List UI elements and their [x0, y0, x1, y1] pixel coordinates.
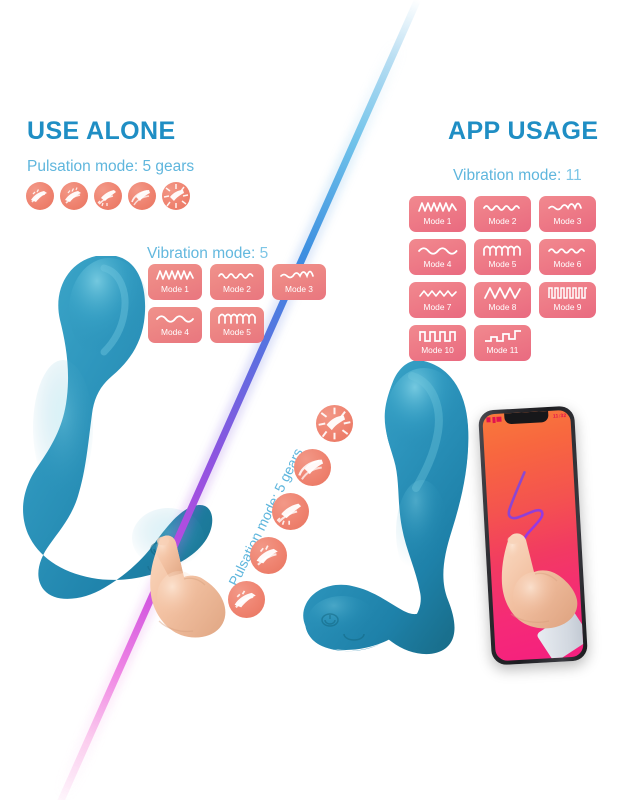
- mode-tile-4[interactable]: Mode 4: [148, 307, 202, 343]
- left-vibration-label-text: Vibration mode:: [147, 245, 256, 262]
- mode-tile-label: Mode 1: [161, 284, 189, 294]
- phone-notch: [504, 410, 549, 425]
- mode-tile-label: Mode 5: [488, 259, 517, 269]
- left-vibration-count: 5: [259, 245, 269, 262]
- status-time: 11:32: [552, 412, 567, 420]
- mode-tile-5[interactable]: Mode 5: [474, 239, 531, 275]
- left-vibration-label: Vibration mode: 5: [147, 245, 268, 263]
- mode-tile-label: Mode 8: [488, 302, 517, 312]
- left-pulsation-label: Pulsation mode: 5 gears: [27, 158, 195, 175]
- mode-tile-10[interactable]: Mode 10: [409, 325, 466, 361]
- page-title-use-alone: USE ALONE: [27, 117, 176, 145]
- tap-hand-icon-1: [26, 182, 54, 210]
- mode-tile-6[interactable]: Mode 6: [539, 239, 596, 275]
- mode-tile-label: Mode 4: [423, 259, 452, 269]
- right-vibration-label: Vibration mode: 11: [453, 167, 582, 185]
- tap-hand-icon-1: [316, 405, 353, 442]
- mode-tile-label: Mode 1: [423, 216, 452, 226]
- center-pulsation-block: Pulsation mode: 5 gears: [218, 405, 368, 635]
- tap-hand-icon-5: [228, 581, 265, 618]
- mode-tile-8[interactable]: Mode 8: [474, 282, 531, 318]
- mode-tile-label: Mode 5: [223, 327, 251, 337]
- mode-tile-1[interactable]: Mode 1: [409, 196, 466, 232]
- tap-hand-icon-2: [294, 449, 331, 486]
- mode-tile-label: Mode 3: [553, 216, 582, 226]
- mode-tile-label: Mode 7: [423, 302, 452, 312]
- mode-tile-3[interactable]: Mode 3: [539, 196, 596, 232]
- right-vibration-mode-grid: Mode 1 Mode 2 Mode 3 Mode 4 Mode 5 Mode …: [409, 196, 596, 361]
- mode-tile-11[interactable]: Mode 11: [474, 325, 531, 361]
- mode-tile-label: Mode 3: [285, 284, 313, 294]
- mode-tile-1[interactable]: Mode 1: [148, 264, 202, 300]
- mode-tile-9[interactable]: Mode 9: [539, 282, 596, 318]
- mode-tile-label: Mode 4: [161, 327, 189, 337]
- pointing-hand-right: [497, 528, 589, 645]
- mode-tile-label: Mode 10: [421, 345, 454, 355]
- tap-hand-icon-2: [60, 182, 88, 210]
- page-title-app-usage: APP USAGE: [448, 117, 599, 145]
- tap-hand-icon-3: [272, 493, 309, 530]
- tap-hand-icon-4: [128, 182, 156, 210]
- tap-hand-icon-3: [94, 182, 122, 210]
- left-vibration-mode-grid: Mode 1 Mode 2 Mode 3 Mode 4 Mode 5: [148, 264, 326, 343]
- mode-tile-5[interactable]: Mode 5: [210, 307, 264, 343]
- mode-tile-label: Mode 2: [223, 284, 251, 294]
- mode-tile-label: Mode 6: [553, 259, 582, 269]
- center-pulsation-icon-row: [218, 405, 368, 635]
- mode-tile-label: Mode 2: [488, 216, 517, 226]
- mode-tile-4[interactable]: Mode 4: [409, 239, 466, 275]
- mode-tile-3[interactable]: Mode 3: [272, 264, 326, 300]
- right-vibration-label-text: Vibration mode:: [453, 167, 562, 184]
- mode-tile-label: Mode 11: [486, 345, 519, 355]
- infographic-canvas: USE ALONE Pulsation mode: 5 gears Vibrat…: [0, 0, 620, 800]
- signal-icons: [486, 416, 502, 423]
- left-pulsation-icon-row: [26, 182, 190, 210]
- mode-tile-2[interactable]: Mode 2: [474, 196, 531, 232]
- tap-hand-icon-5: [162, 182, 190, 210]
- mode-tile-label: Mode 9: [553, 302, 582, 312]
- mode-tile-7[interactable]: Mode 7: [409, 282, 466, 318]
- mode-tile-2[interactable]: Mode 2: [210, 264, 264, 300]
- tap-hand-icon-4: [250, 537, 287, 574]
- right-vibration-count: 11: [565, 167, 582, 184]
